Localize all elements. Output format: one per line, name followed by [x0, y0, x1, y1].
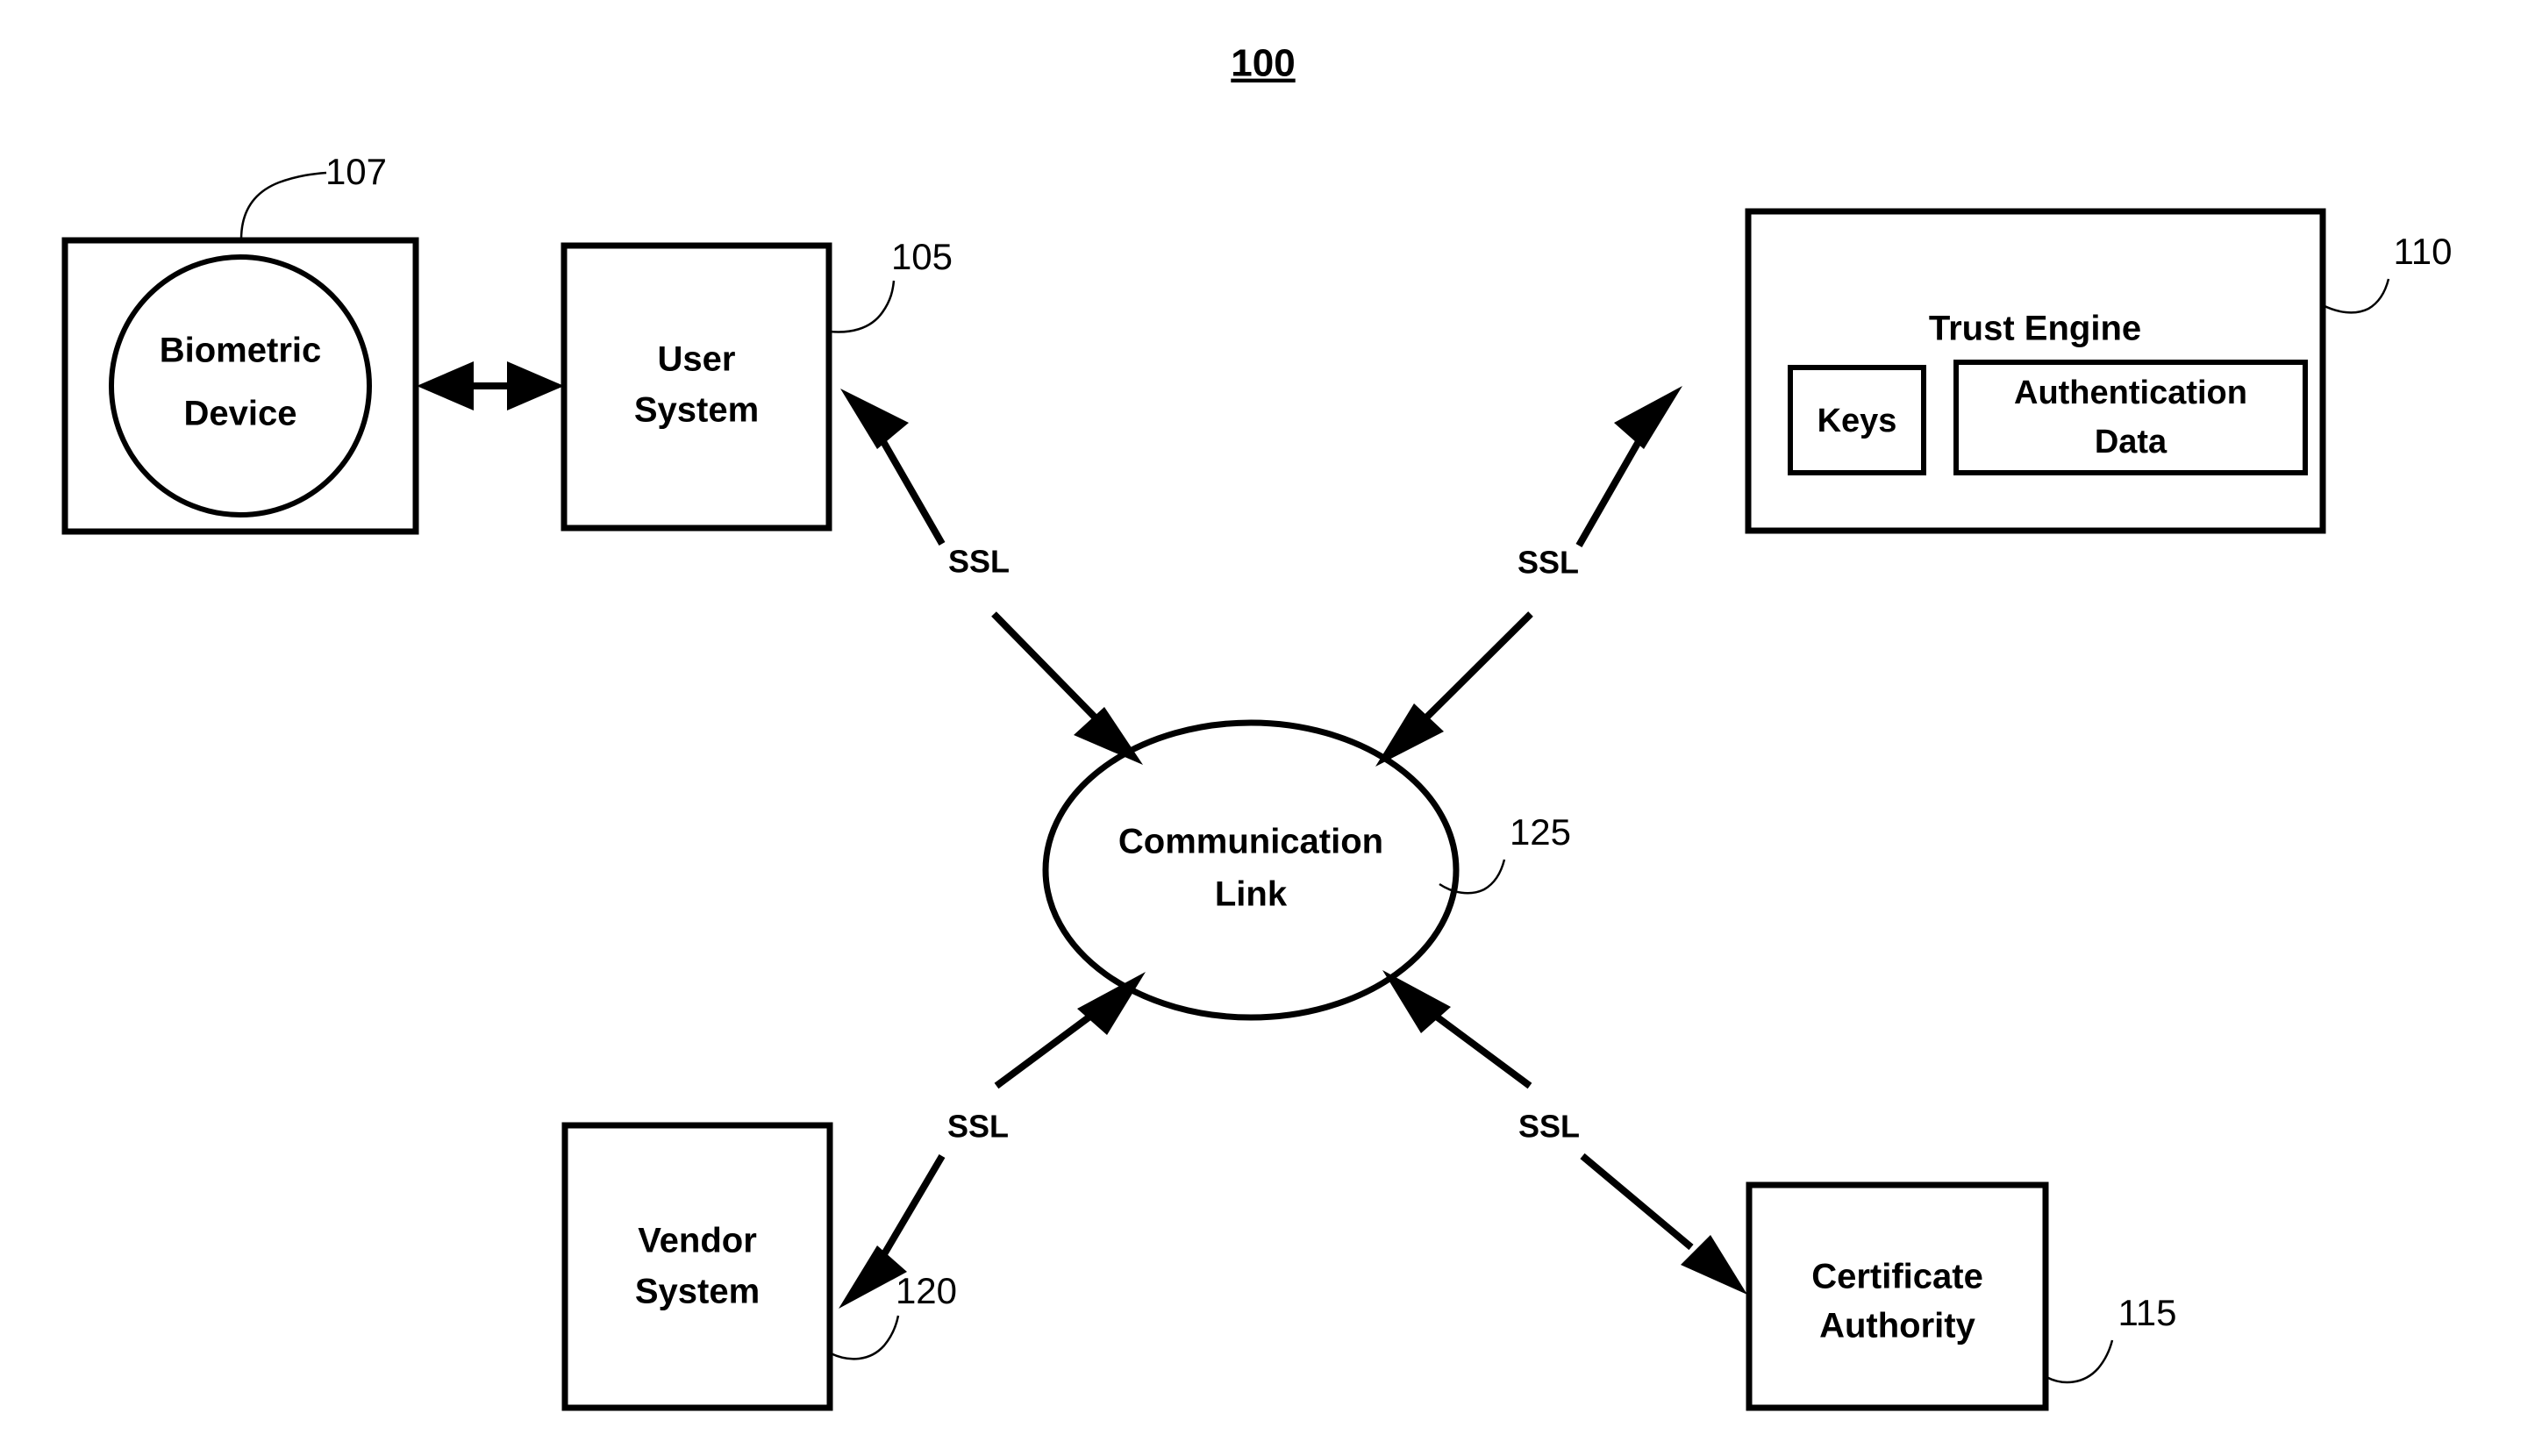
- connector-trust-comm: SSL: [1375, 386, 1682, 767]
- figure-number: 100: [1231, 42, 1295, 85]
- connector-ca-comm: SSL: [1382, 970, 1747, 1295]
- biometric-device-box: [61, 237, 419, 535]
- biometric-device-node: Biometric Device 107: [61, 151, 419, 535]
- connector-ca-comm-line-lower: [1580, 1153, 1694, 1251]
- biometric-device-ref-leader: [239, 171, 327, 240]
- user-system-label-line2: System: [634, 391, 759, 430]
- trust-engine-auth-data-node: Authentication Data: [1953, 360, 2308, 475]
- communication-link-label-line2: Link: [1215, 875, 1288, 914]
- connector-biometric-user-arrowhead-right: [507, 361, 564, 410]
- connector-trust-comm-arrowhead-trust: [1614, 386, 1682, 449]
- biometric-device-ref: 107: [325, 151, 387, 192]
- figure-number-group: 100: [1231, 42, 1295, 85]
- communication-link-ellipse: [1042, 719, 1460, 1021]
- connector-vendor-comm: SSL: [839, 972, 1146, 1309]
- user-system-node: User System 105: [561, 236, 953, 532]
- auth-data-label-line2: Data: [2095, 424, 2167, 460]
- vendor-system-label-line2: System: [635, 1273, 760, 1311]
- vendor-system-box: [561, 1122, 833, 1411]
- trust-engine-node: Trust Engine Keys Authentication Data 11…: [1745, 208, 2453, 534]
- biometric-device-label-line2: Device: [184, 395, 297, 433]
- communication-link-label-line1: Communication: [1118, 823, 1383, 861]
- patent-figure-diagram: 100 Biometric Device 107 User System 105: [0, 0, 2521, 1456]
- connector-trust-comm-line-upper: [1575, 437, 1644, 547]
- vendor-system-ref-leader: [830, 1315, 900, 1360]
- connector-trust-comm-label: SSL: [1518, 545, 1579, 581]
- vendor-system-ref: 120: [896, 1270, 957, 1311]
- user-system-label-line1: User: [658, 340, 736, 379]
- vendor-system-label-line1: Vendor: [638, 1222, 757, 1260]
- trust-engine-ref-leader: [2322, 278, 2390, 314]
- auth-data-label-line1: Authentication: [2014, 375, 2247, 411]
- certificate-authority-ref-leader: [2046, 1339, 2114, 1384]
- trust-engine-ref: 110: [2394, 231, 2453, 272]
- communication-link-ref: 125: [1510, 811, 1571, 853]
- certificate-authority-box: [1746, 1181, 2049, 1411]
- certificate-authority-node: Certificate Authority 115: [1746, 1181, 2177, 1411]
- connector-biometric-user: [417, 361, 564, 410]
- connector-user-comm-arrowhead-user: [840, 389, 909, 449]
- connector-user-comm: SSL: [840, 389, 1143, 765]
- trust-engine-keys-node: Keys: [1788, 365, 1926, 475]
- trust-engine-label: Trust Engine: [1929, 310, 2141, 348]
- connector-vendor-comm-label: SSL: [947, 1109, 1009, 1145]
- connector-user-comm-arrowhead-ellipse: [1074, 707, 1143, 765]
- diagram-canvas: 100 Biometric Device 107 User System 105: [61, 42, 2453, 1411]
- certificate-authority-label-line1: Certificate: [1811, 1258, 1983, 1296]
- biometric-device-label-line1: Biometric: [160, 332, 322, 370]
- connector-ca-comm-label: SSL: [1518, 1109, 1580, 1145]
- user-system-ref-leader: [829, 280, 896, 333]
- user-system-ref: 105: [891, 236, 953, 277]
- connector-biometric-user-arrowhead-left: [417, 361, 474, 410]
- certificate-authority-label-line2: Authority: [1819, 1307, 1976, 1345]
- connector-vendor-comm-line-lower: [875, 1153, 946, 1266]
- keys-label: Keys: [1818, 403, 1897, 439]
- certificate-authority-ref: 115: [2118, 1292, 2177, 1333]
- user-system-box: [561, 242, 832, 532]
- communication-link-node: Communication Link 125: [1042, 719, 1571, 1021]
- connector-user-comm-label: SSL: [948, 544, 1010, 580]
- connector-user-comm-line-upper: [878, 437, 946, 546]
